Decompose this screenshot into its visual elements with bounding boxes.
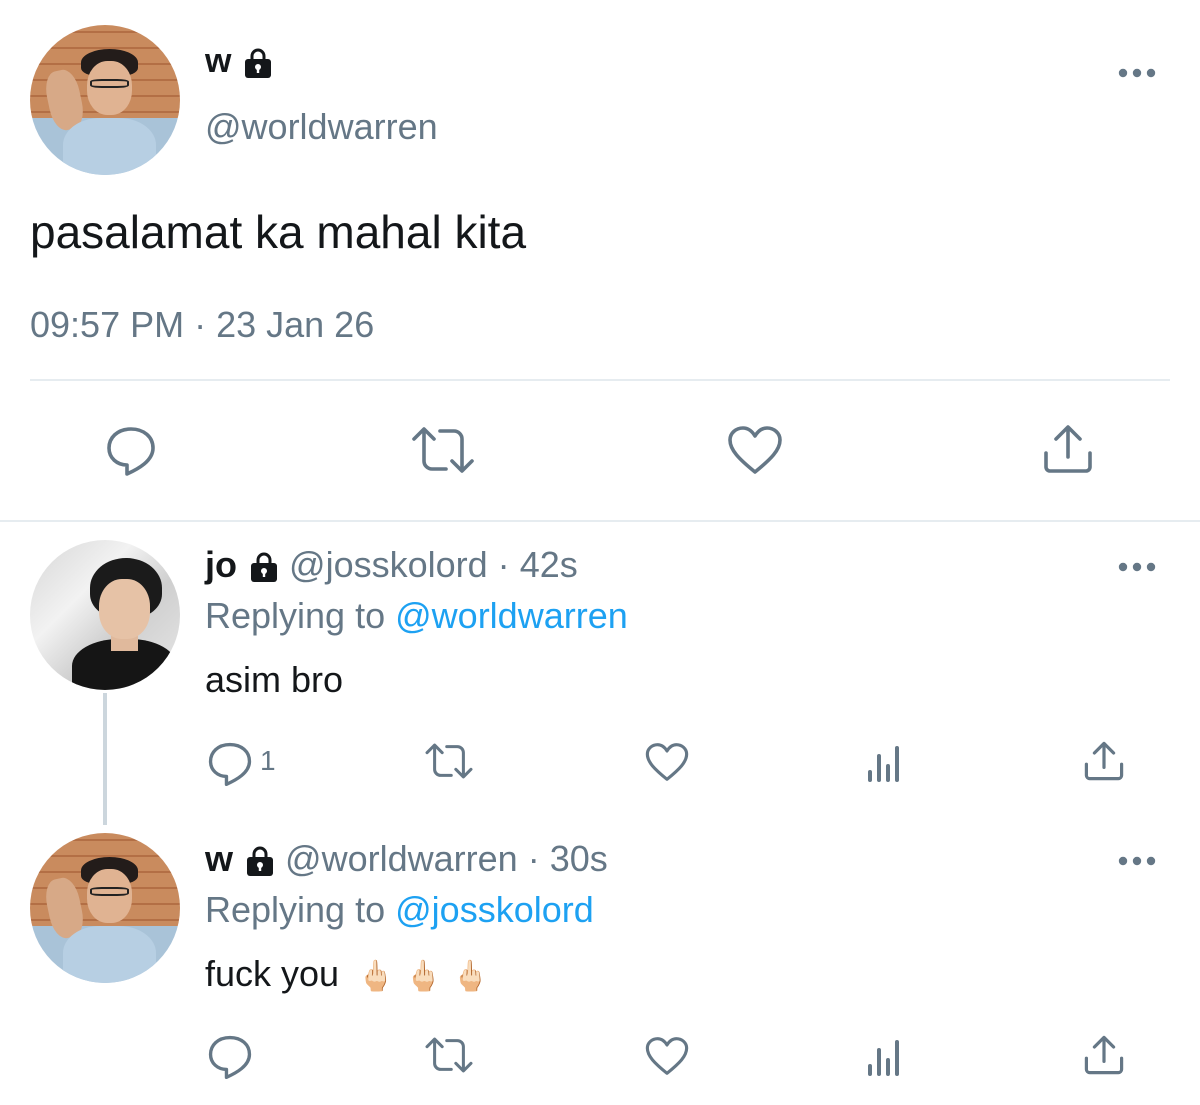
reply-icon[interactable] (207, 741, 253, 787)
more-dots-icon[interactable] (1118, 67, 1158, 79)
handle[interactable]: @worldwarren (205, 104, 438, 150)
divider (30, 379, 1170, 381)
lock-icon (243, 47, 273, 79)
tweet-age[interactable]: 30s (550, 838, 608, 879)
avatar[interactable] (30, 25, 180, 175)
retweet-icon[interactable] (424, 1035, 474, 1075)
more-dots-icon[interactable] (1118, 855, 1158, 867)
reply-count: 1 (260, 745, 276, 776)
display-name[interactable]: jo (205, 544, 237, 585)
analytics-icon[interactable] (866, 742, 906, 782)
retweet-icon[interactable] (410, 425, 476, 475)
retweet-icon[interactable] (424, 741, 474, 781)
analytics-icon[interactable] (866, 1036, 906, 1076)
heart-icon[interactable] (727, 425, 783, 475)
tweet-text: pasalamat ka mahal kita (30, 206, 527, 258)
lock-icon (249, 551, 279, 583)
lock-icon (245, 845, 275, 877)
separator: · (497, 544, 510, 585)
replying-to-handle[interactable]: @worldwarren (395, 595, 628, 636)
avatar[interactable] (30, 833, 180, 983)
share-icon[interactable] (1084, 740, 1124, 782)
display-name[interactable]: w (205, 42, 231, 80)
tweet-text: asim bro (205, 659, 344, 700)
reply-icon[interactable] (105, 425, 157, 477)
avatar[interactable] (30, 540, 180, 690)
share-icon[interactable] (1043, 423, 1093, 475)
share-icon[interactable] (1084, 1034, 1124, 1076)
separator: · (527, 838, 540, 879)
section-divider (0, 520, 1200, 522)
heart-icon[interactable] (645, 742, 689, 782)
handle[interactable]: @josskolord (289, 544, 488, 585)
tweet-text: fuck you (205, 953, 340, 994)
replying-to-label: Replying to (205, 595, 386, 636)
timestamp[interactable]: 09:57 PM · 23 Jan 26 (30, 302, 374, 348)
replying-to-label: Replying to (205, 889, 386, 930)
heart-icon[interactable] (645, 1036, 689, 1076)
display-name[interactable]: w (205, 838, 233, 879)
replying-to-handle[interactable]: @josskolord (395, 889, 594, 930)
more-dots-icon[interactable] (1118, 561, 1158, 573)
thread-line (103, 693, 107, 825)
middle-finger-emoji: 🖕🏻🖕🏻🖕🏻 (357, 960, 500, 993)
handle[interactable]: @worldwarren (285, 838, 518, 879)
reply-icon[interactable] (207, 1034, 253, 1080)
tweet-age[interactable]: 42s (520, 544, 578, 585)
